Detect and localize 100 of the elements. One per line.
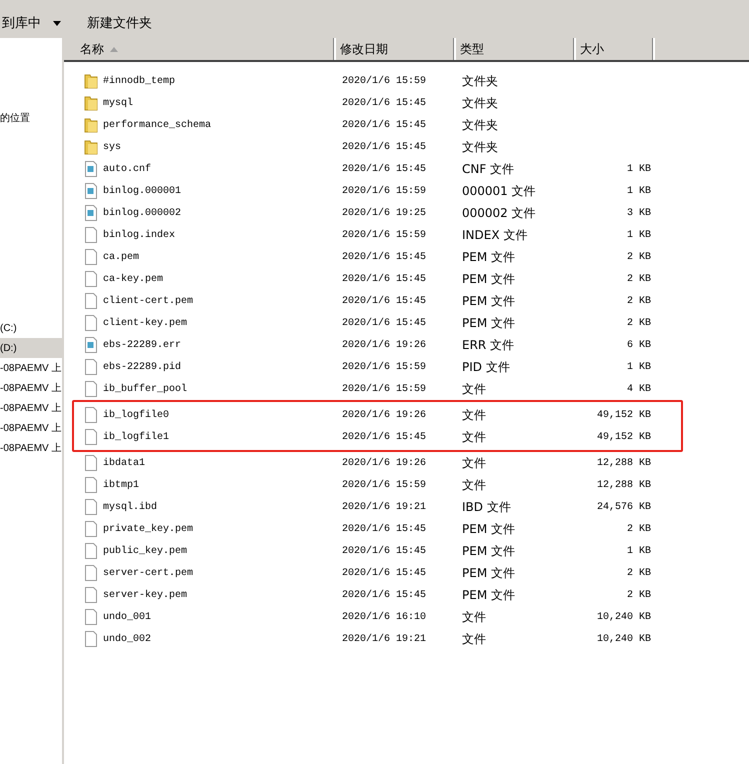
file-type: 文件夹 xyxy=(461,94,499,112)
file-size: 2 KB xyxy=(626,568,651,578)
modified-date: 2020/1/6 19:26 xyxy=(341,458,428,468)
file-name[interactable]: ca.pem xyxy=(103,252,140,262)
modified-date: 2020/1/6 15:45 xyxy=(341,568,428,578)
modified-date: 2020/1/6 19:26 xyxy=(341,340,428,350)
column-header[interactable]: 大小 xyxy=(576,38,655,60)
modified-date: 2020/1/6 15:45 xyxy=(341,432,428,442)
file-type: 文件 xyxy=(461,406,487,424)
modified-date: 2020/1/6 15:59 xyxy=(341,76,428,86)
file-name[interactable]: undo_002 xyxy=(103,634,152,644)
file-size: 49,152 KB xyxy=(596,410,651,420)
sidebar-item[interactable]: -08PAEMV 上 xyxy=(0,438,62,458)
file-name[interactable]: undo_001 xyxy=(103,612,152,622)
file-name[interactable]: ebs-22289.err xyxy=(103,340,182,350)
file-icon xyxy=(84,543,98,559)
file-type: PID 文件 xyxy=(461,358,511,376)
file-size: 2 KB xyxy=(626,318,651,328)
modified-date: 2020/1/6 15:45 xyxy=(341,524,428,534)
file-size: 10,240 KB xyxy=(596,612,651,622)
file-size: 3 KB xyxy=(626,208,651,218)
file-size: 1 KB xyxy=(626,362,651,372)
sidebar-item[interactable]: (D:) xyxy=(0,338,62,358)
file-type: IBD 文件 xyxy=(461,498,512,516)
file-name[interactable]: public_key.pem xyxy=(103,546,188,556)
file-name[interactable]: sys xyxy=(103,142,122,152)
column-header[interactable]: 修改日期 xyxy=(336,38,456,60)
folder-icon xyxy=(84,139,98,155)
file-size: 4 KB xyxy=(626,384,651,394)
file-size: 2 KB xyxy=(626,296,651,306)
folder-icon xyxy=(84,117,98,133)
modified-date: 2020/1/6 15:45 xyxy=(341,252,428,262)
file-size: 12,288 KB xyxy=(596,458,651,468)
folder-icon xyxy=(84,73,98,89)
file-icon xyxy=(84,359,98,375)
file-name[interactable]: server-cert.pem xyxy=(103,568,194,578)
file-size: 6 KB xyxy=(626,340,651,350)
sidebar-item[interactable]: 的位置 xyxy=(0,108,62,128)
sidebar-item[interactable]: (C:) xyxy=(0,318,62,338)
file-name[interactable]: binlog.000001 xyxy=(103,186,182,196)
file-size: 49,152 KB xyxy=(596,432,651,442)
file-type: 文件 xyxy=(461,454,487,472)
file-name[interactable]: ib_logfile0 xyxy=(103,410,170,420)
file-type: 文件 xyxy=(461,380,487,398)
file-name[interactable]: ib_logfile1 xyxy=(103,432,170,442)
modified-date: 2020/1/6 15:59 xyxy=(341,362,428,372)
file-name[interactable]: mysql.ibd xyxy=(103,502,158,512)
file-name[interactable]: binlog.index xyxy=(103,230,176,240)
file-name[interactable]: ib_buffer_pool xyxy=(103,384,188,394)
file-name[interactable]: binlog.000002 xyxy=(103,208,182,218)
file-type: CNF 文件 xyxy=(461,160,516,178)
file-name[interactable]: private_key.pem xyxy=(103,524,194,534)
file-name[interactable]: ibtmp1 xyxy=(103,480,140,490)
file-type: INDEX 文件 xyxy=(461,226,528,244)
file-icon xyxy=(84,205,98,221)
modified-date: 2020/1/6 15:45 xyxy=(341,590,428,600)
file-icon xyxy=(84,609,98,625)
file-icon xyxy=(84,249,98,265)
file-name[interactable]: ca-key.pem xyxy=(103,274,164,284)
file-icon xyxy=(84,631,98,647)
file-type: 000001 文件 xyxy=(461,182,537,200)
file-icon xyxy=(84,407,98,423)
sidebar-item[interactable]: -08PAEMV 上 xyxy=(0,398,62,418)
file-type: 文件夹 xyxy=(461,116,499,134)
column-header[interactable]: 名称 xyxy=(64,38,336,60)
file-name[interactable]: ibdata1 xyxy=(103,458,146,468)
file-size: 2 KB xyxy=(626,524,651,534)
file-name[interactable]: auto.cnf xyxy=(103,164,152,174)
file-size: 2 KB xyxy=(626,590,651,600)
file-name[interactable]: #innodb_temp xyxy=(103,76,176,86)
file-type: PEM 文件 xyxy=(461,292,516,310)
file-name[interactable]: server-key.pem xyxy=(103,590,188,600)
file-size: 10,240 KB xyxy=(596,634,651,644)
file-icon xyxy=(84,429,98,445)
sidebar-item[interactable]: -08PAEMV 上 xyxy=(0,358,62,378)
modified-date: 2020/1/6 15:59 xyxy=(341,480,428,490)
file-name[interactable]: client-cert.pem xyxy=(103,296,194,306)
column-header[interactable]: 类型 xyxy=(456,38,576,60)
file-name[interactable]: client-key.pem xyxy=(103,318,188,328)
file-type: PEM 文件 xyxy=(461,542,516,560)
toolbar-button[interactable]: 到库中 xyxy=(0,14,63,32)
file-name[interactable]: mysql xyxy=(103,98,134,108)
modified-date: 2020/1/6 19:25 xyxy=(341,208,428,218)
modified-date: 2020/1/6 15:45 xyxy=(341,98,428,108)
modified-date: 2020/1/6 19:26 xyxy=(341,410,428,420)
file-name[interactable]: ebs-22289.pid xyxy=(103,362,182,372)
file-icon xyxy=(84,183,98,199)
sidebar-item[interactable]: -08PAEMV 上 xyxy=(0,378,62,398)
modified-date: 2020/1/6 15:59 xyxy=(341,384,428,394)
modified-date: 2020/1/6 15:45 xyxy=(341,164,428,174)
file-name[interactable]: performance_schema xyxy=(103,120,212,130)
file-icon xyxy=(84,227,98,243)
file-type: ERR 文件 xyxy=(461,336,516,354)
toolbar-button[interactable]: 新建文件夹 xyxy=(85,14,154,32)
file-type: 文件夹 xyxy=(461,138,499,156)
file-size: 1 KB xyxy=(626,230,651,240)
sidebar-item[interactable]: -08PAEMV 上 xyxy=(0,418,62,438)
modified-date: 2020/1/6 19:21 xyxy=(341,634,428,644)
file-icon xyxy=(84,337,98,353)
file-size: 1 KB xyxy=(626,546,651,556)
